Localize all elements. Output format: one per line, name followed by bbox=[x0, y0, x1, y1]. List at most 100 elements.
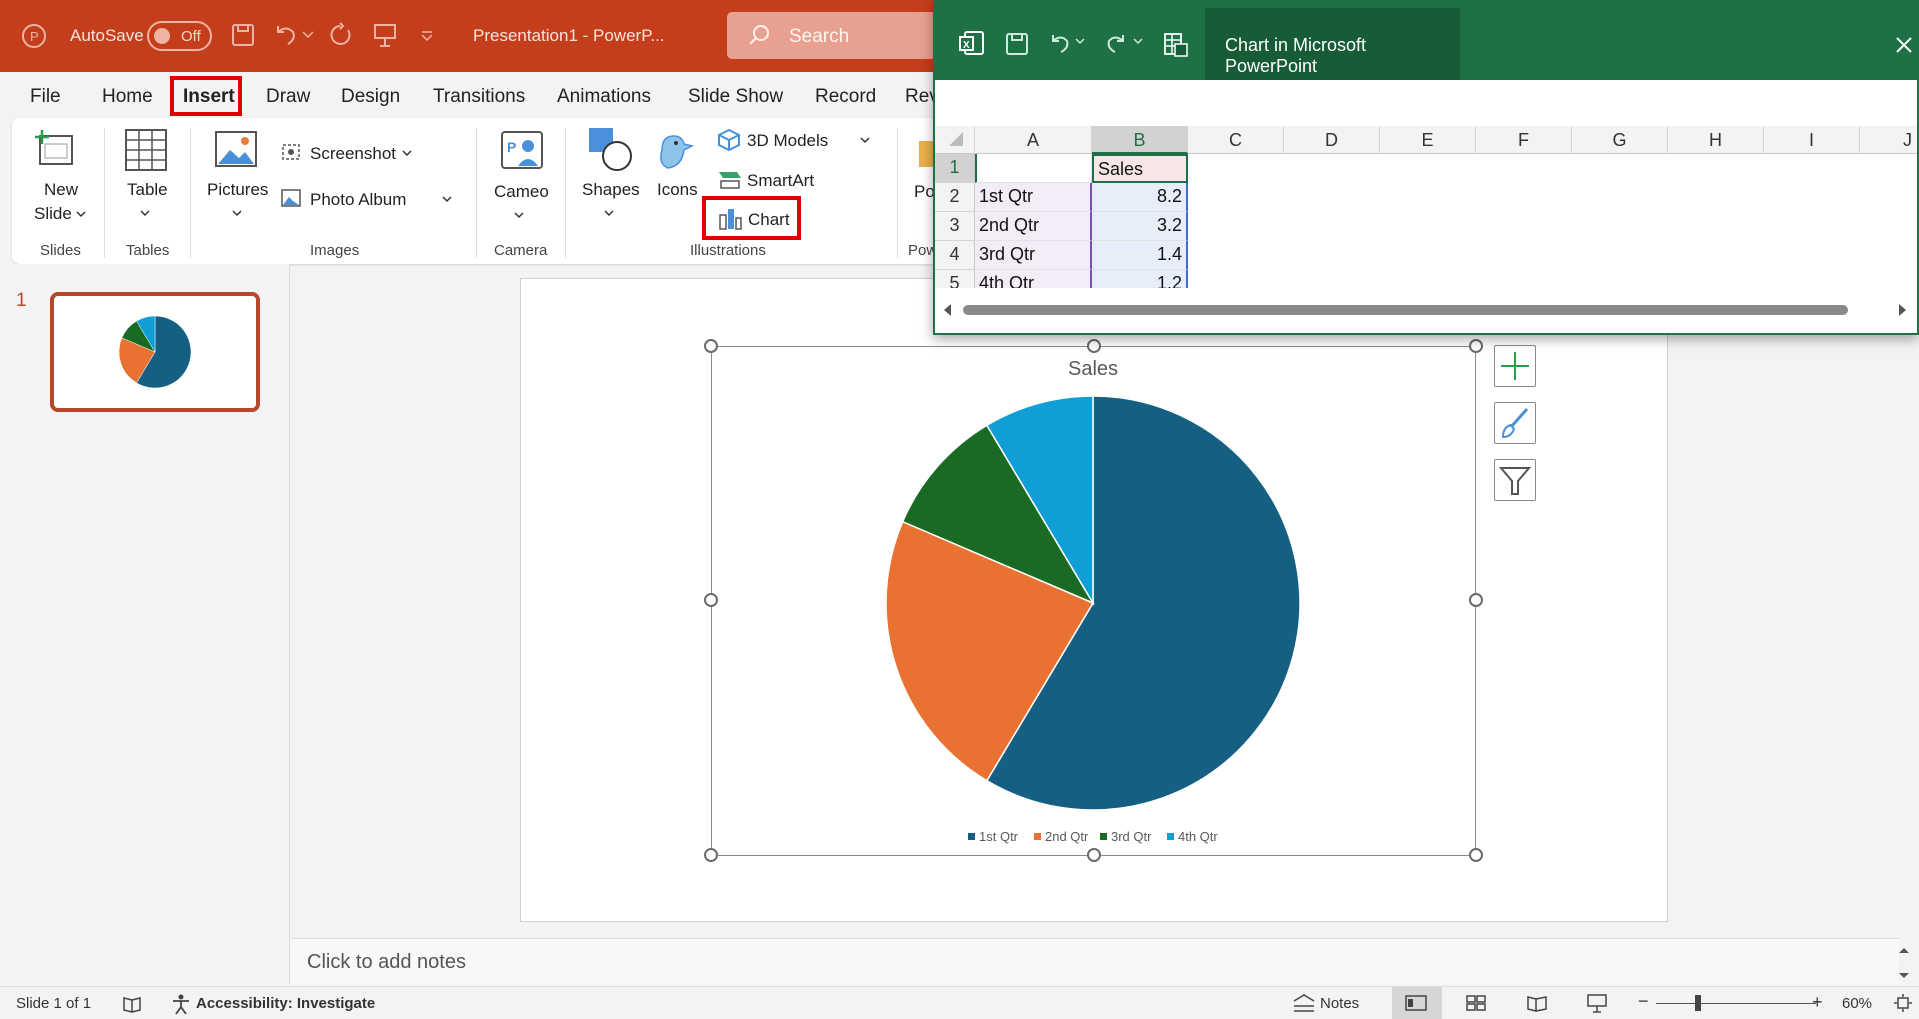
pictures-icon[interactable] bbox=[214, 130, 258, 170]
excel-redo-dropdown-icon[interactable] bbox=[1133, 38, 1143, 46]
tab-home[interactable]: Home bbox=[102, 86, 153, 108]
icons-icon[interactable] bbox=[652, 128, 696, 172]
column-header[interactable]: F bbox=[1476, 126, 1572, 154]
column-header[interactable]: D bbox=[1284, 126, 1380, 154]
cell-b3[interactable]: 3.2 bbox=[1092, 212, 1188, 241]
new-slide-label-2[interactable]: Slide bbox=[34, 204, 72, 224]
row-header[interactable]: 3 bbox=[935, 212, 975, 241]
shapes-dropdown-icon[interactable] bbox=[604, 210, 614, 218]
cell-a5[interactable]: 4th Qtr bbox=[975, 270, 1092, 288]
select-all-corner[interactable] bbox=[935, 126, 975, 154]
cell-a2[interactable]: 1st Qtr bbox=[975, 183, 1092, 212]
row-header[interactable]: 2 bbox=[935, 183, 975, 212]
cameo-icon[interactable]: P bbox=[500, 130, 544, 174]
notes-pane[interactable]: Click to add notes bbox=[291, 938, 1909, 984]
notes-scroll-arrows-icon[interactable] bbox=[1897, 945, 1911, 981]
screenshot-icon[interactable] bbox=[280, 140, 302, 162]
spelling-icon[interactable] bbox=[122, 995, 144, 1013]
chart-elements-button[interactable] bbox=[1494, 345, 1536, 387]
excel-save-icon[interactable] bbox=[1005, 32, 1029, 56]
row-header[interactable]: 1 bbox=[935, 154, 975, 183]
undo-dropdown-icon[interactable] bbox=[302, 30, 314, 40]
screenshot-label[interactable]: Screenshot bbox=[310, 144, 396, 164]
row-header[interactable]: 5 bbox=[935, 270, 975, 288]
icons-label[interactable]: Icons bbox=[657, 180, 698, 200]
smartart-label[interactable]: SmartArt bbox=[747, 171, 814, 191]
resize-handle[interactable] bbox=[1469, 339, 1483, 353]
edit-in-excel-icon[interactable] bbox=[1163, 32, 1189, 58]
zoom-out-button[interactable]: − bbox=[1638, 991, 1649, 1012]
excel-undo-dropdown-icon[interactable] bbox=[1075, 38, 1085, 46]
tab-design[interactable]: Design bbox=[341, 86, 400, 108]
close-icon[interactable] bbox=[1895, 36, 1913, 54]
zoom-slider-track[interactable] bbox=[1656, 1003, 1816, 1004]
column-header[interactable]: I bbox=[1764, 126, 1860, 154]
3d-models-dropdown-icon[interactable] bbox=[860, 137, 870, 145]
scrollbar-thumb[interactable] bbox=[963, 305, 1848, 315]
powerbi-label[interactable]: Po bbox=[914, 182, 935, 202]
cameo-label[interactable]: Cameo bbox=[494, 182, 549, 202]
photo-album-dropdown-icon[interactable] bbox=[442, 196, 452, 204]
resize-handle[interactable] bbox=[704, 593, 718, 607]
cell-a3[interactable]: 2nd Qtr bbox=[975, 212, 1092, 241]
fit-to-window-icon[interactable] bbox=[1893, 993, 1913, 1013]
cell-b1[interactable]: Sales bbox=[1092, 154, 1188, 183]
column-header[interactable]: A bbox=[975, 126, 1092, 154]
autosave-toggle[interactable]: Off bbox=[147, 21, 212, 51]
photo-album-label[interactable]: Photo Album bbox=[310, 190, 406, 210]
slide-thumbnail[interactable] bbox=[50, 292, 260, 412]
resize-handle[interactable] bbox=[1469, 593, 1483, 607]
present-icon[interactable] bbox=[372, 22, 398, 48]
scroll-right-icon[interactable] bbox=[1897, 302, 1909, 318]
customize-toolbar-icon[interactable] bbox=[420, 30, 434, 42]
tab-transitions[interactable]: Transitions bbox=[433, 86, 525, 108]
column-header[interactable]: G bbox=[1572, 126, 1668, 154]
cell-b2[interactable]: 8.2 bbox=[1092, 183, 1188, 212]
resize-handle[interactable] bbox=[1469, 848, 1483, 862]
notes-icon[interactable] bbox=[1292, 993, 1316, 1013]
column-header[interactable]: J bbox=[1860, 126, 1917, 154]
3d-models-label[interactable]: 3D Models bbox=[747, 131, 828, 151]
cameo-dropdown-icon[interactable] bbox=[514, 212, 524, 220]
resize-handle[interactable] bbox=[704, 848, 718, 862]
screenshot-dropdown-icon[interactable] bbox=[402, 150, 412, 158]
column-header[interactable]: C bbox=[1188, 126, 1284, 154]
table-dropdown-icon[interactable] bbox=[140, 210, 150, 218]
photo-album-icon[interactable] bbox=[280, 188, 302, 208]
excel-undo-icon[interactable] bbox=[1047, 32, 1071, 56]
excel-data-window[interactable]: X Chart in Microsoft PowerPoint A B C D … bbox=[933, 0, 1919, 335]
table-label[interactable]: Table bbox=[127, 180, 168, 200]
slideshow-view-icon[interactable] bbox=[1586, 993, 1608, 1013]
slide-sorter-icon[interactable] bbox=[1465, 994, 1487, 1012]
tab-animations[interactable]: Animations bbox=[557, 86, 651, 108]
3d-models-icon[interactable] bbox=[717, 128, 741, 152]
resize-handle[interactable] bbox=[704, 339, 718, 353]
shapes-icon[interactable] bbox=[587, 126, 633, 172]
new-slide-label[interactable]: New bbox=[44, 180, 78, 200]
cell-b5[interactable]: 1.2 bbox=[1092, 270, 1188, 288]
zoom-level[interactable]: 60% bbox=[1842, 995, 1872, 1012]
column-header[interactable]: B bbox=[1092, 126, 1188, 154]
tab-file[interactable]: File bbox=[30, 86, 61, 108]
shapes-label[interactable]: Shapes bbox=[582, 180, 640, 200]
resize-handle[interactable] bbox=[1087, 848, 1101, 862]
pictures-label[interactable]: Pictures bbox=[207, 180, 268, 200]
tab-slide-show[interactable]: Slide Show bbox=[688, 86, 783, 108]
zoom-in-button[interactable]: + bbox=[1812, 992, 1823, 1013]
accessibility-icon[interactable] bbox=[170, 993, 192, 1015]
chart-styles-button[interactable] bbox=[1494, 402, 1536, 444]
pictures-dropdown-icon[interactable] bbox=[232, 210, 242, 218]
new-slide-icon[interactable] bbox=[34, 128, 76, 170]
cell-a1[interactable] bbox=[975, 154, 1092, 183]
chart-filters-button[interactable] bbox=[1494, 459, 1536, 501]
table-icon[interactable] bbox=[124, 128, 168, 172]
excel-redo-icon[interactable] bbox=[1105, 32, 1129, 56]
accessibility-status[interactable]: Accessibility: Investigate bbox=[196, 995, 375, 1012]
redo-icon[interactable] bbox=[328, 22, 354, 48]
save-icon[interactable] bbox=[230, 22, 256, 48]
smartart-icon[interactable] bbox=[717, 168, 743, 190]
new-slide-dropdown-icon[interactable] bbox=[76, 211, 86, 219]
column-header[interactable]: H bbox=[1668, 126, 1764, 154]
undo-icon[interactable] bbox=[272, 22, 298, 48]
normal-view-icon[interactable] bbox=[1404, 994, 1428, 1012]
